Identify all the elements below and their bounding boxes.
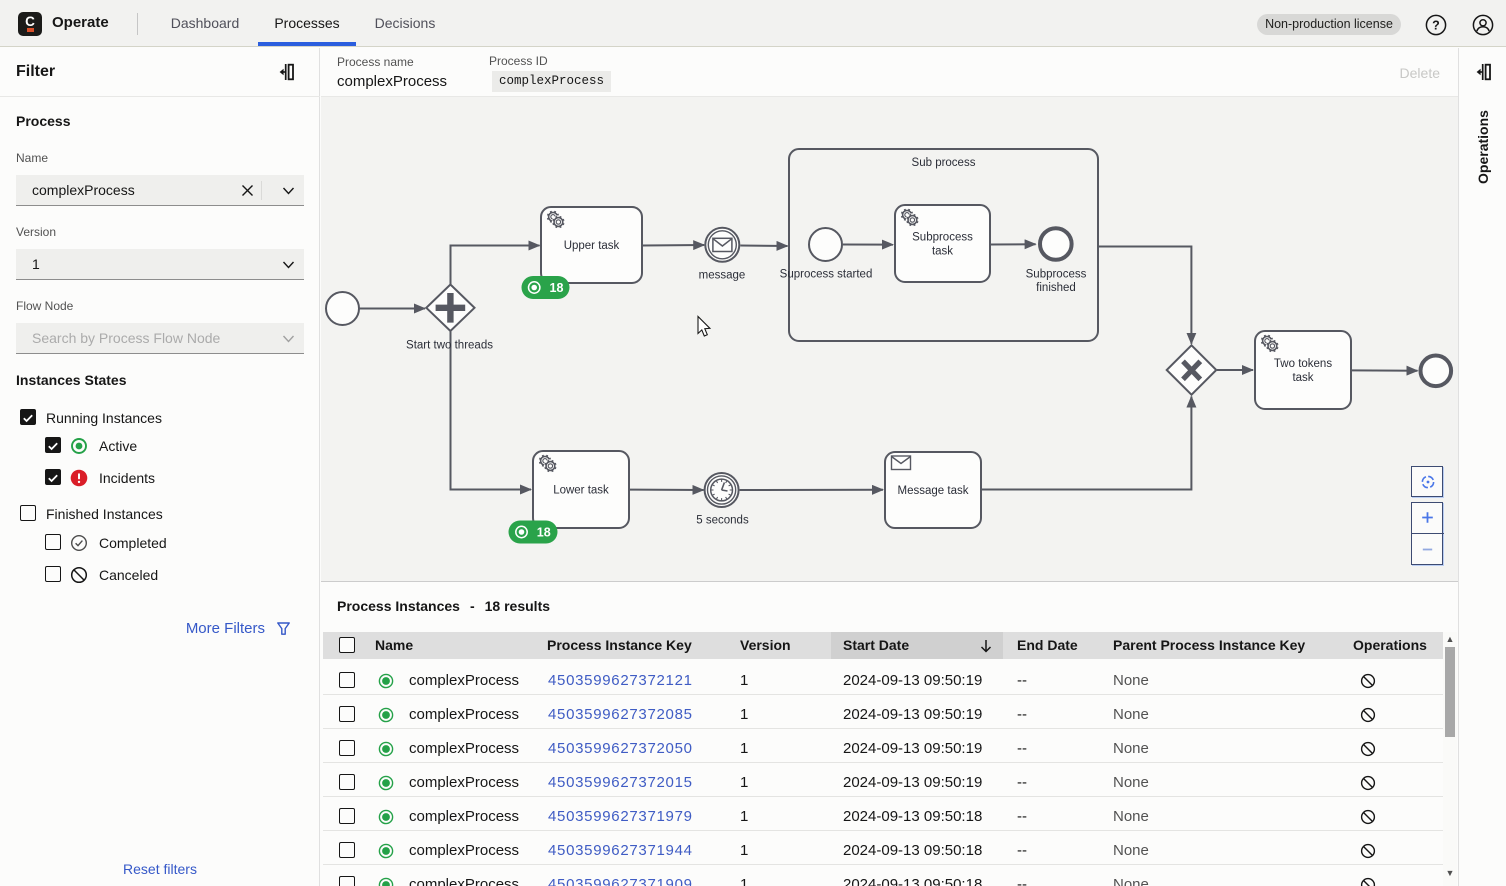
svg-text:Upper task: Upper task [564,240,620,252]
svg-text:Message task: Message task [898,485,969,497]
svg-text:18: 18 [550,281,564,295]
svg-text:Suprocess started: Suprocess started [780,269,873,281]
svg-text:message: message [699,270,746,282]
svg-text:Lower task: Lower task [553,485,609,497]
svg-text:Subprocess: Subprocess [912,232,973,244]
svg-text:Two tokens: Two tokens [1274,358,1332,370]
svg-text:Start two threads: Start two threads [406,340,493,352]
svg-text:task: task [932,246,953,258]
svg-text:18: 18 [537,526,551,540]
svg-text:Subprocess: Subprocess [1026,269,1087,281]
svg-text:task: task [1292,372,1313,384]
svg-text:Sub process: Sub process [912,157,976,169]
svg-text:?: ? [1432,18,1440,32]
svg-text:finished: finished [1036,282,1076,294]
svg-text:5 seconds: 5 seconds [696,515,749,527]
